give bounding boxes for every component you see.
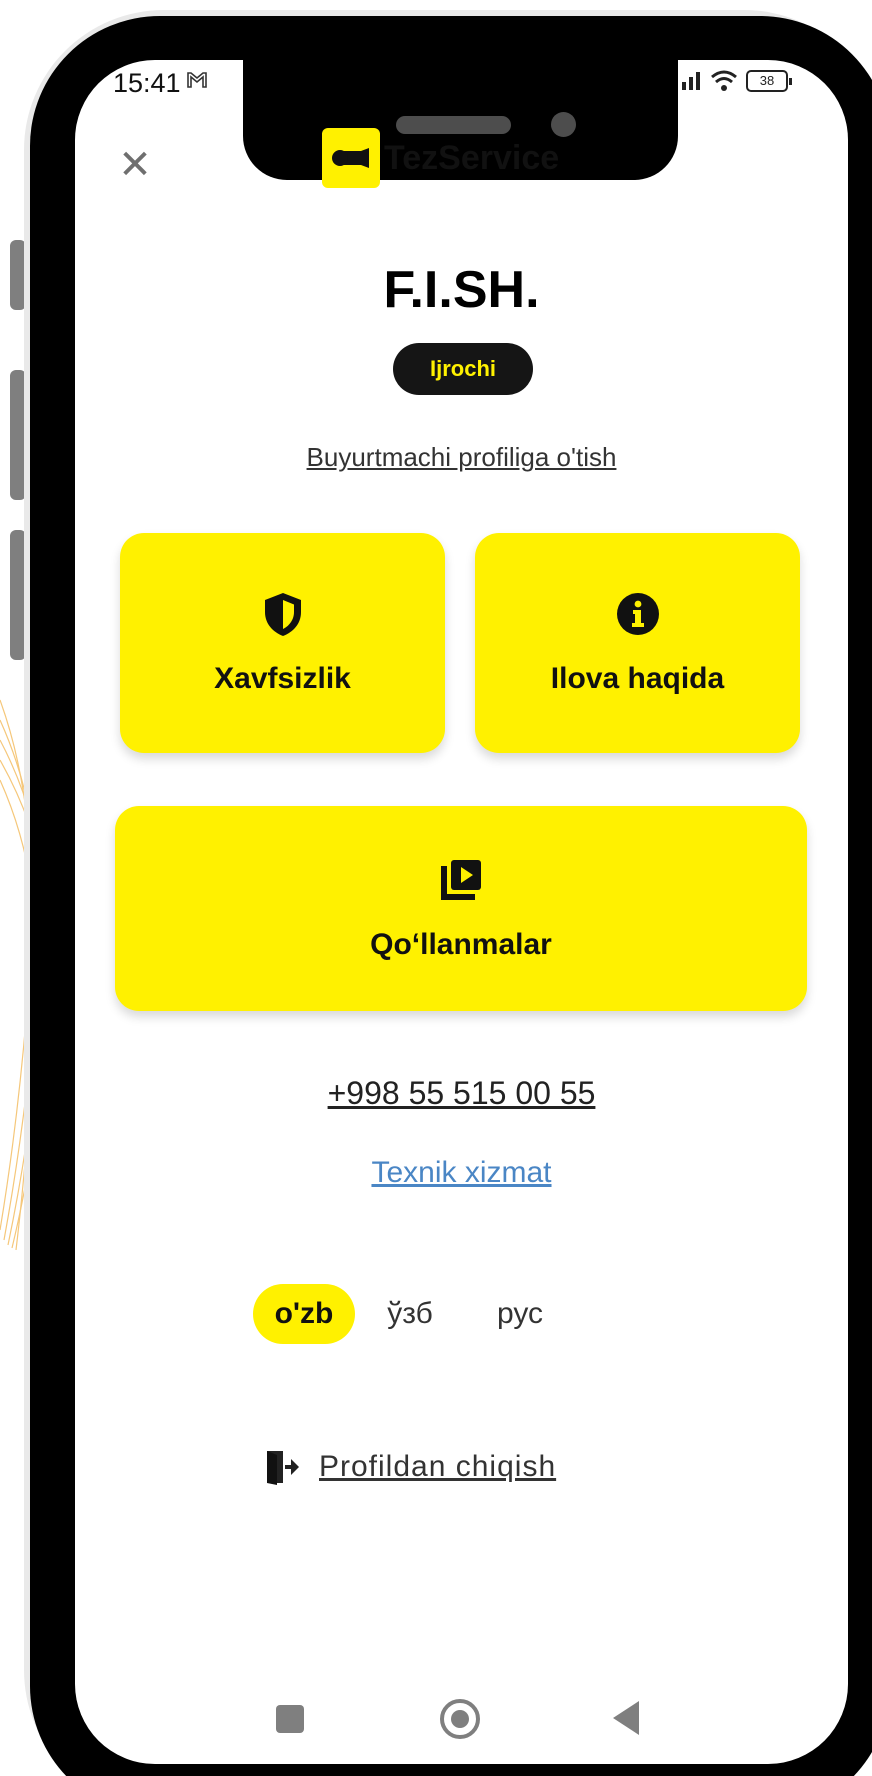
security-card[interactable]: Xavfsizlik	[120, 533, 445, 753]
lang-option-uz-cyrillic[interactable]: ўзб	[365, 1284, 455, 1344]
switch-profile-link[interactable]: Buyurtmachi profiliga o'tish	[75, 442, 848, 473]
user-name: F.I.SH.	[383, 261, 540, 319]
back-button[interactable]	[613, 1701, 639, 1735]
manuals-card[interactable]: Qo‘llanmalar	[115, 806, 807, 1011]
battery-level: 38	[759, 73, 775, 88]
home-button[interactable]	[440, 1699, 480, 1739]
logo-mark-icon	[322, 128, 380, 188]
lang-option-uz-latin[interactable]: o'zb	[253, 1284, 355, 1344]
close-icon[interactable]: ✕	[115, 145, 155, 185]
video-library-icon	[441, 859, 481, 900]
gmail-icon	[186, 70, 208, 95]
role-badge: Ijrochi	[393, 343, 533, 395]
app-logo: TezService	[322, 128, 559, 188]
battery-icon: 38	[746, 70, 792, 92]
signal-icon	[682, 72, 700, 90]
status-time: 15:41	[113, 68, 181, 98]
phone-screen: 15:41 38 ✕ TezService F.I.SH. Ijrochi Bu…	[75, 60, 848, 1764]
logo-text: TezService	[384, 138, 560, 177]
stage: 15:41 38 ✕ TezService F.I.SH. Ijrochi Bu…	[0, 0, 872, 1776]
wifi-icon	[711, 70, 737, 91]
logout-label: Profildan chiqish	[319, 1450, 557, 1483]
security-label: Xavfsizlik	[214, 662, 351, 695]
logout-link[interactable]: Profildan chiqish	[263, 1448, 556, 1486]
about-app-card[interactable]: Ilova haqida	[475, 533, 800, 753]
phone-number-link[interactable]: +998 55 515 00 55	[75, 1075, 848, 1112]
language-switcher: o'zb ўзб рус	[253, 1284, 565, 1344]
info-icon	[616, 593, 659, 635]
manuals-label: Qo‘llanmalar	[370, 927, 552, 961]
tech-support-link[interactable]: Texnik xizmat	[75, 1156, 848, 1190]
system-nav-bar	[75, 1693, 848, 1743]
recent-apps-button[interactable]	[276, 1705, 304, 1733]
exit-icon	[267, 1451, 299, 1485]
about-app-label: Ilova haqida	[550, 662, 725, 695]
shield-icon	[264, 593, 301, 636]
status-icons: 38	[680, 66, 792, 96]
lang-option-ru[interactable]: рус	[475, 1284, 565, 1344]
